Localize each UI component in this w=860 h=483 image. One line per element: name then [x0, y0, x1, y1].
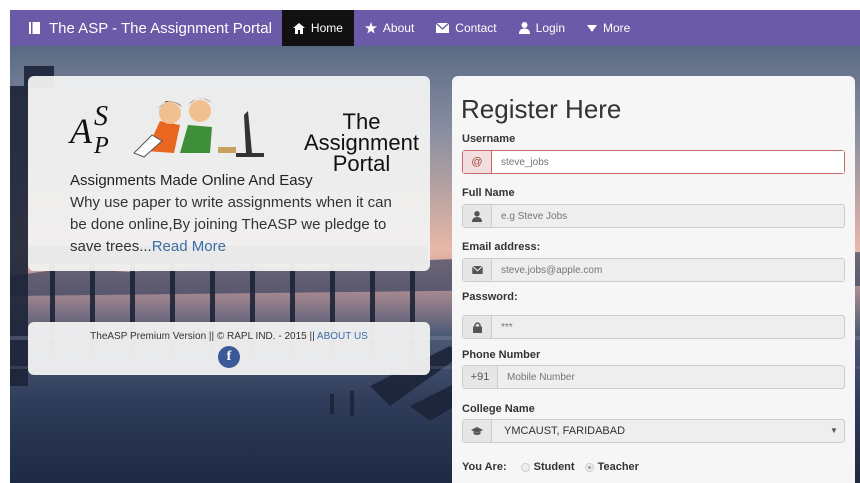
- envelope-icon: [436, 23, 450, 33]
- hero-panel: A S P The Assignment Portal Assignments …: [28, 76, 430, 271]
- nav-home[interactable]: Home: [281, 10, 354, 46]
- email-label: Email address:: [462, 241, 541, 253]
- logo-illustration: A S P: [68, 98, 264, 159]
- nav-more-dropdown[interactable]: More: [576, 10, 641, 46]
- brand-title: The ASP - The Assignment Portal: [49, 19, 272, 37]
- nav-contact[interactable]: Contact: [425, 10, 507, 46]
- you-are-label: You Are:: [462, 461, 507, 473]
- graduation-cap-icon: [463, 420, 492, 442]
- footer-text: TheASP Premium Version || © RAPL IND. - …: [90, 331, 368, 342]
- fullname-group: [462, 204, 845, 228]
- register-title: Register Here: [461, 94, 622, 124]
- nav-login-label: Login: [535, 21, 566, 35]
- logo-title: The Assignment Portal: [304, 109, 419, 176]
- password-input[interactable]: [492, 316, 844, 338]
- site-logo: A S P The Assignment Portal: [68, 91, 419, 175]
- college-selected: YMCAUST, FARIDABAD: [504, 425, 626, 437]
- facebook-icon[interactable]: f: [218, 346, 240, 368]
- read-more-link[interactable]: Read More: [152, 238, 226, 255]
- password-group: [462, 315, 845, 339]
- lock-icon: [463, 316, 492, 338]
- email-group: [462, 258, 845, 282]
- register-form: Register Here Username @ Full Name Email…: [452, 76, 855, 483]
- top-navbar: The ASP - The Assignment Portal Home Abo…: [10, 10, 860, 46]
- tagline: Assignments Made Online And Easy: [70, 172, 313, 189]
- username-input[interactable]: [492, 151, 844, 173]
- phone-group: +91: [462, 365, 845, 389]
- nav-login[interactable]: Login: [508, 10, 576, 46]
- college-label: College Name: [462, 403, 535, 415]
- svg-text:A: A: [68, 111, 93, 151]
- username-group: @: [462, 150, 845, 174]
- hero-description: Why use paper to write assignments when …: [70, 194, 392, 255]
- brand-link[interactable]: The ASP - The Assignment Portal: [10, 10, 282, 46]
- username-label: Username: [462, 133, 516, 145]
- svg-text:P: P: [93, 133, 109, 159]
- college-select[interactable]: YMCAUST, FARIDABAD ▼: [462, 419, 845, 443]
- about-us-link[interactable]: ABOUT US: [317, 331, 368, 342]
- phone-input[interactable]: [498, 366, 844, 388]
- nav-more-label: More: [603, 21, 631, 35]
- student-label: Student: [533, 461, 575, 473]
- teacher-radio[interactable]: [584, 462, 594, 472]
- user-icon: [463, 205, 492, 227]
- phone-label: Phone Number: [462, 349, 541, 361]
- nav-home-label: Home: [310, 21, 343, 35]
- svg-text:S: S: [94, 101, 108, 132]
- nav-about[interactable]: About: [354, 10, 425, 46]
- student-radio[interactable]: [520, 462, 530, 472]
- you-are-row: You Are: Student Teacher: [462, 461, 639, 473]
- triangle-down-icon: [587, 24, 598, 32]
- nav-about-label: About: [382, 21, 415, 35]
- book-icon: [29, 22, 40, 34]
- user-icon: [518, 22, 530, 34]
- nav-contact-label: Contact: [455, 21, 497, 35]
- envelope-icon: [463, 259, 492, 281]
- at-addon: @: [463, 151, 492, 173]
- teacher-label: Teacher: [597, 461, 639, 473]
- star-icon: [364, 22, 377, 34]
- password-label: Password:: [462, 291, 518, 303]
- footer-panel: TheASP Premium Version || © RAPL IND. - …: [28, 322, 430, 375]
- home-icon: [292, 22, 305, 34]
- fullname-input[interactable]: [492, 205, 844, 227]
- chevron-down-icon: ▼: [830, 426, 838, 435]
- fullname-label: Full Name: [462, 187, 515, 199]
- country-code-addon: +91: [463, 366, 498, 388]
- email-input[interactable]: [492, 259, 844, 281]
